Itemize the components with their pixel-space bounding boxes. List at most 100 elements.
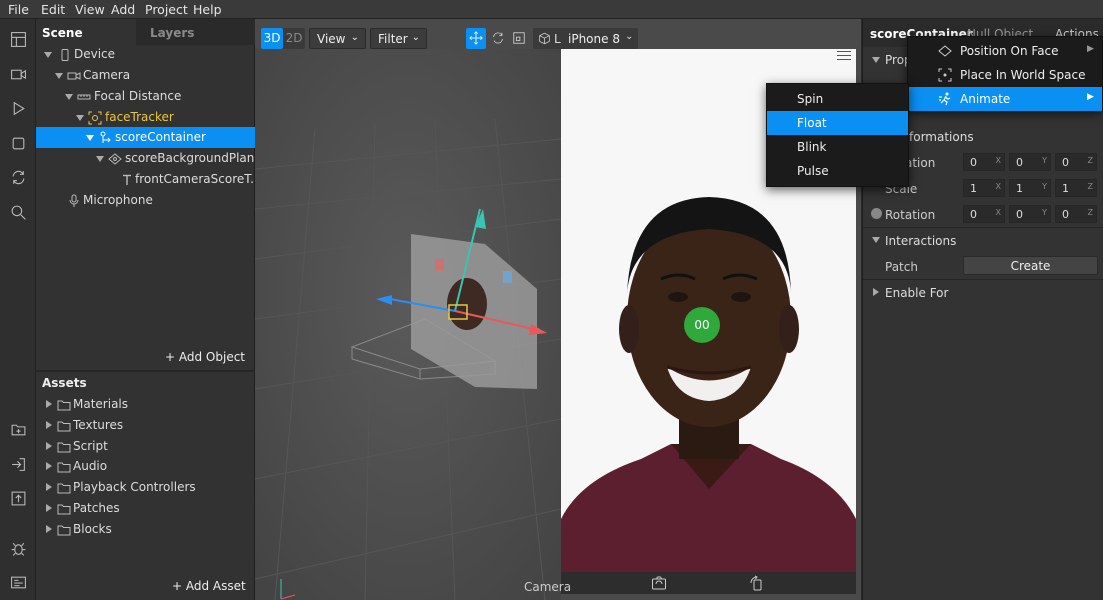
position-y-field[interactable]: 0Y	[1009, 153, 1051, 171]
scale-tool-button[interactable]	[509, 28, 529, 49]
tree-item-microphone[interactable]: Microphone	[36, 190, 255, 211]
expand-arrow-icon[interactable]	[65, 94, 73, 100]
camera-label: Camera	[524, 580, 572, 594]
asset-folder-label: Blocks	[73, 521, 112, 536]
mode-3d-button[interactable]: 3D	[261, 28, 283, 49]
rotation-x-field[interactable]: 0X	[963, 205, 1005, 223]
menu-item-spin[interactable]: Spin	[767, 87, 908, 111]
console-icon[interactable]	[8, 572, 28, 592]
position-x-field[interactable]: 0X	[963, 153, 1005, 171]
interactions-label: Interactions	[885, 234, 957, 248]
expand-arrow-icon[interactable]	[76, 115, 84, 121]
bug-icon[interactable]	[8, 538, 28, 558]
scene-3d-view[interactable]	[255, 49, 561, 600]
rotation-y-field[interactable]: 0Y	[1009, 205, 1051, 223]
expand-arrow-icon[interactable]	[46, 524, 52, 533]
menu-item-position-on-face[interactable]: Position On Face ▶	[908, 39, 1102, 63]
stop-icon[interactable]	[8, 133, 28, 153]
rotate-device-icon[interactable]	[749, 575, 765, 591]
expand-arrow-icon[interactable]	[46, 483, 52, 492]
tree-item-score-background-plane[interactable]: scoreBackgroundPlane	[36, 148, 262, 169]
play-icon[interactable]	[8, 98, 28, 118]
refresh-icon[interactable]	[8, 167, 28, 187]
asset-folder-patches[interactable]: Patches	[36, 498, 255, 519]
actions-menu: Position On Face ▶ Place In World Space …	[907, 36, 1103, 111]
scale-z-field[interactable]: 1Z	[1055, 179, 1097, 197]
asset-folder-label: Playback Controllers	[73, 480, 196, 495]
asset-folder-label: Audio	[73, 459, 108, 474]
menu-add[interactable]: Add	[111, 2, 135, 17]
expand-arrow-icon[interactable]	[46, 462, 52, 471]
add-object-button[interactable]: + Add Object	[165, 350, 245, 364]
asset-folder-playback-controllers[interactable]: Playback Controllers	[36, 477, 255, 498]
sign-in-icon[interactable]	[8, 454, 28, 474]
patch-row: Patch Create	[863, 253, 1103, 279]
interactions-section-header[interactable]: Interactions	[863, 227, 1103, 253]
tab-layers[interactable]: Layers	[144, 19, 200, 45]
search-icon[interactable]	[8, 202, 28, 222]
asset-folder-label: Textures	[73, 417, 124, 432]
app-window: File Edit View Add Project Help Scene La…	[0, 0, 1103, 600]
asset-folder-label: Materials	[73, 397, 129, 411]
asset-folder-textures[interactable]: Textures	[36, 415, 255, 436]
rotation-z-field[interactable]: 0Z	[1055, 205, 1097, 223]
expand-arrow-icon[interactable]	[46, 400, 52, 408]
video-camera-icon[interactable]	[8, 64, 28, 84]
expand-arrow-icon[interactable]	[46, 441, 52, 450]
view-dropdown[interactable]: View ⌄	[309, 28, 366, 49]
asset-folder-script[interactable]: Script	[36, 436, 255, 457]
menu-item-blink[interactable]: Blink	[767, 135, 908, 159]
scale-x-field[interactable]: 1X	[963, 179, 1005, 197]
asset-folder-materials[interactable]: Materials	[36, 394, 255, 415]
mode-2d-button[interactable]: 2D	[283, 28, 305, 49]
rotate-tool-button[interactable]	[488, 28, 508, 49]
layout-icon[interactable]	[8, 29, 28, 49]
expand-arrow-icon[interactable]	[46, 504, 52, 512]
tree-item-score-container[interactable]: scoreContainer	[36, 127, 255, 148]
asset-folder-blocks[interactable]: Blocks	[36, 519, 255, 540]
collapse-arrow-icon	[872, 237, 880, 243]
tree-item-focal-distance[interactable]: Focal Distance	[36, 86, 255, 107]
menu-item-animate[interactable]: Animate ▶	[908, 87, 1102, 111]
tree-item-device[interactable]: Device	[36, 44, 255, 65]
enable-for-section-header[interactable]: Enable For	[863, 279, 1103, 305]
upload-icon[interactable]	[8, 488, 28, 508]
menu-project[interactable]: Project	[145, 2, 188, 17]
menu-edit[interactable]: Edit	[41, 2, 65, 17]
expand-arrow-icon[interactable]	[46, 420, 52, 429]
asset-folder-label: Patches	[73, 501, 120, 515]
menu-help[interactable]: Help	[193, 2, 222, 17]
menu-file[interactable]: File	[8, 2, 29, 17]
tree-item-face-tracker[interactable]: faceTracker	[36, 107, 255, 128]
hamburger-icon[interactable]	[837, 51, 851, 61]
switch-camera-icon[interactable]	[651, 575, 667, 591]
create-patch-button[interactable]: Create	[963, 256, 1098, 275]
expand-arrow-icon[interactable]	[86, 135, 94, 141]
scale-icon	[513, 32, 525, 44]
transformations-label: formations	[909, 130, 974, 144]
tree-item-label: frontCameraScoreT...	[135, 172, 262, 186]
asset-folder-audio[interactable]: Audio	[36, 456, 255, 477]
import-icon[interactable]	[8, 419, 28, 439]
move-tool-button[interactable]	[466, 28, 486, 49]
tree-item-label: scoreBackgroundPlane	[125, 151, 262, 165]
tab-scene[interactable]: Scene	[36, 19, 136, 45]
tree-item-front-camera-score-text[interactable]: frontCameraScoreT...	[36, 169, 262, 190]
device-prefix: L	[554, 32, 561, 46]
add-asset-button[interactable]: + Add Asset	[172, 579, 246, 593]
menu-item-float[interactable]: Float	[767, 111, 908, 135]
expand-arrow-icon[interactable]	[44, 52, 52, 58]
filter-dropdown[interactable]: Filter ⌄	[370, 28, 427, 49]
menu-item-place-in-world-space[interactable]: Place In World Space	[908, 63, 1102, 87]
position-z-field[interactable]: 0Z	[1055, 153, 1097, 171]
expand-arrow-icon[interactable]	[55, 73, 63, 79]
tree-item-camera[interactable]: Camera	[36, 65, 255, 86]
device-dropdown[interactable]: L iPhone 8 ⌄	[533, 28, 638, 49]
menu-item-pulse[interactable]: Pulse	[767, 159, 908, 183]
position-label: ation	[905, 156, 936, 170]
folder-icon	[57, 439, 71, 453]
expand-arrow-icon[interactable]	[96, 156, 104, 162]
menu-view[interactable]: View	[75, 2, 105, 17]
scale-y-field[interactable]: 1Y	[1009, 179, 1051, 197]
device-label: iPhone 8	[568, 32, 620, 46]
